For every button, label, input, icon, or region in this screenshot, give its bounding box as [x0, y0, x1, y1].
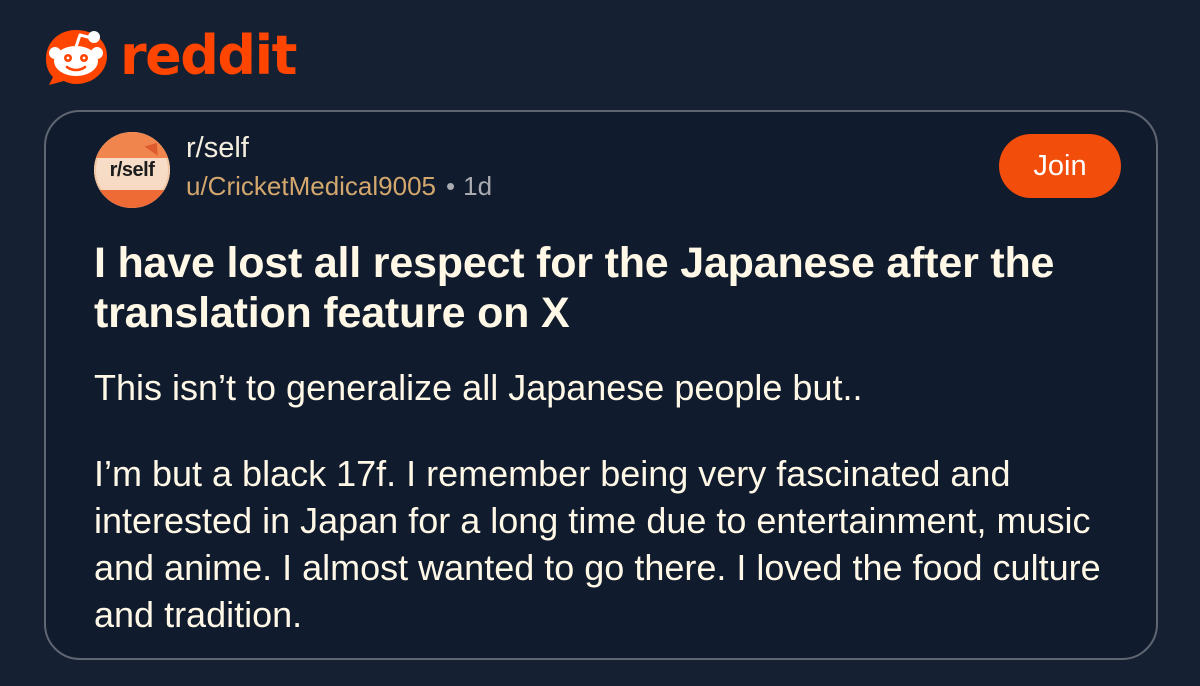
avatar-bottom-stripe: [94, 190, 170, 208]
post-body: I’m but a black 17f. I remember being ve…: [94, 453, 1101, 635]
username-link[interactable]: u/CricketMedical9005: [186, 171, 436, 201]
post-card[interactable]: r/self r/self u/CricketMedical9005 • 1d Jo…: [44, 110, 1158, 660]
join-button[interactable]: Join: [999, 134, 1121, 198]
post-title[interactable]: I have lost all respect for the Japanese…: [94, 238, 1104, 338]
subreddit-avatar-label: r/self: [109, 159, 155, 181]
subreddit-name[interactable]: r/self: [186, 132, 249, 164]
reddit-wordmark: reddit: [120, 24, 297, 87]
subreddit-avatar[interactable]: r/self: [94, 132, 170, 208]
reddit-logo[interactable]: reddit: [42, 24, 297, 88]
meta-separator: •: [446, 171, 456, 201]
post-timestamp: 1d: [463, 171, 493, 201]
post-meta: u/CricketMedical9005 • 1d: [186, 170, 492, 202]
reddit-post-screenshot: reddit r/self r/self u/CricketMedical900…: [0, 0, 1200, 686]
reddit-alien-icon: [46, 30, 107, 85]
post-intro: This isn’t to generalize all Japanese pe…: [94, 367, 863, 408]
